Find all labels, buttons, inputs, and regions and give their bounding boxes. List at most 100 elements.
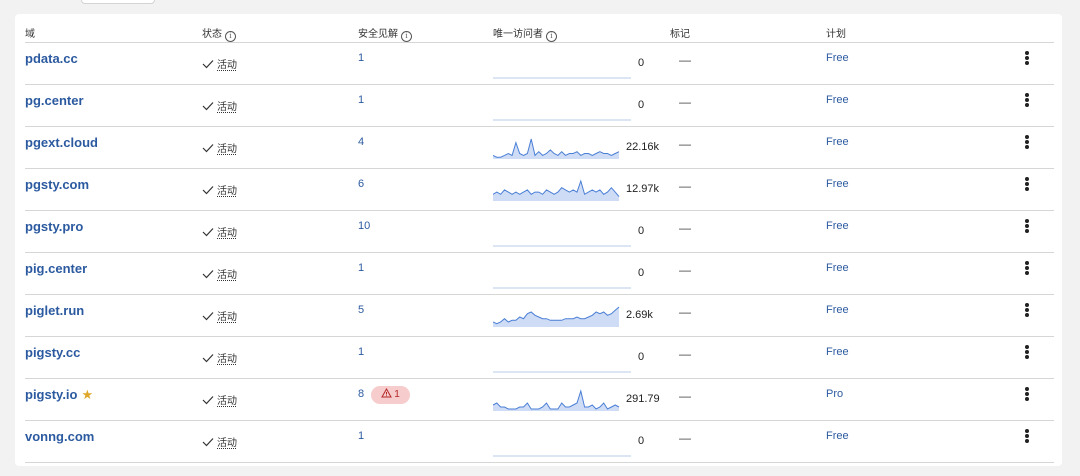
domain-link[interactable]: pigsty.io ★: [25, 387, 93, 403]
insights-count[interactable]: 5: [358, 304, 364, 316]
header-domain: 域: [25, 29, 35, 40]
header-status-label: 状态: [202, 29, 222, 40]
status-text[interactable]: 活动: [217, 396, 237, 407]
domain-name[interactable]: pgext.cloud: [25, 135, 98, 150]
header-insights: 安全见解 i: [358, 25, 412, 42]
domain-name[interactable]: pgsty.com: [25, 177, 89, 192]
info-icon[interactable]: i: [401, 31, 412, 42]
status-text[interactable]: 活动: [217, 270, 237, 281]
domain-name[interactable]: pigsty.cc: [25, 345, 80, 360]
insights-count[interactable]: 1: [358, 346, 364, 358]
insights-count[interactable]: 6: [358, 178, 364, 190]
domain-link[interactable]: pigsty.cc: [25, 345, 80, 360]
domain-link[interactable]: vonng.com: [25, 429, 94, 444]
table-row[interactable]: pigsty.cc 活动 1 0 — Free: [25, 337, 1054, 379]
table-row[interactable]: pdata.cc 活动 1 0 — Free: [25, 43, 1054, 85]
kebab-menu-icon[interactable]: [1022, 177, 1032, 195]
marker-value: —: [679, 95, 691, 109]
marker-value: —: [679, 53, 691, 67]
visitors-value: 0: [638, 351, 645, 363]
insights-count[interactable]: 4: [358, 136, 364, 148]
kebab-menu-icon[interactable]: [1022, 51, 1032, 69]
check-icon: [202, 312, 214, 321]
domain-link[interactable]: piglet.run: [25, 303, 84, 318]
table-row[interactable]: pgsty.pro 活动 10 0 — Free: [25, 211, 1054, 253]
alert-badge[interactable]: 1: [371, 386, 410, 404]
table-row[interactable]: pig.center 活动 1 0 — Free: [25, 253, 1054, 295]
plan-link[interactable]: Free: [826, 430, 849, 442]
insights-count[interactable]: 8: [358, 388, 364, 400]
domain-link[interactable]: pg.center: [25, 93, 84, 108]
domain-name[interactable]: pg.center: [25, 93, 84, 108]
domain-link[interactable]: pdata.cc: [25, 51, 78, 66]
kebab-menu-icon[interactable]: [1022, 135, 1032, 153]
visitors-sparkline: [493, 287, 631, 289]
plan-link[interactable]: Pro: [826, 388, 843, 400]
kebab-menu-icon[interactable]: [1022, 261, 1032, 279]
star-icon[interactable]: ★: [81, 387, 93, 402]
info-icon[interactable]: i: [225, 31, 236, 42]
domain-link[interactable]: pgext.cloud: [25, 135, 98, 150]
plan-link[interactable]: Free: [826, 346, 849, 358]
status-text[interactable]: 活动: [217, 102, 237, 113]
domain-name[interactable]: pig.center: [25, 261, 87, 276]
warning-triangle-icon: [381, 387, 393, 398]
table-row[interactable]: pigsty.io ★ 活动 8 1 291.79 — Pro: [25, 379, 1054, 421]
status-text[interactable]: 活动: [217, 144, 237, 155]
visitors-value: 0: [638, 435, 645, 447]
check-icon: [202, 60, 214, 69]
status-text[interactable]: 活动: [217, 354, 237, 365]
plan-link[interactable]: Free: [826, 136, 849, 148]
domain-link[interactable]: pgsty.pro: [25, 219, 83, 234]
kebab-menu-icon[interactable]: [1022, 429, 1032, 447]
domain-link[interactable]: pgsty.com: [25, 177, 89, 192]
visitors-sparkline: [493, 77, 631, 79]
insights-count[interactable]: 10: [358, 220, 370, 232]
insights-count[interactable]: 1: [358, 52, 364, 64]
domain-name[interactable]: pdata.cc: [25, 51, 78, 66]
kebab-menu-icon[interactable]: [1022, 345, 1032, 363]
plan-link[interactable]: Free: [826, 304, 849, 316]
kebab-menu-icon[interactable]: [1022, 303, 1032, 321]
visitors-value: 291.79: [626, 393, 660, 405]
visitors-value: 0: [638, 267, 645, 279]
status-cell: 活动: [202, 434, 237, 449]
domain-link[interactable]: pig.center: [25, 261, 87, 276]
status-text[interactable]: 活动: [217, 60, 237, 71]
table-row[interactable]: pg.center 活动 1 0 — Free: [25, 85, 1054, 127]
domain-name[interactable]: pgsty.pro: [25, 219, 83, 234]
status-cell: 活动: [202, 350, 237, 365]
kebab-menu-icon[interactable]: [1022, 219, 1032, 237]
plan-link[interactable]: Free: [826, 262, 849, 274]
status-text[interactable]: 活动: [217, 312, 237, 323]
status-text[interactable]: 活动: [217, 438, 237, 449]
visitors-value: 12.97k: [626, 183, 660, 195]
visitors-sparkline: [493, 306, 620, 327]
marker-value: —: [679, 389, 691, 403]
kebab-menu-icon[interactable]: [1022, 93, 1032, 111]
visitors-sparkline: [493, 119, 631, 121]
status-text[interactable]: 活动: [217, 228, 237, 239]
table-row[interactable]: piglet.run 活动 5 2.69k — Free: [25, 295, 1054, 337]
domain-table: pdata.cc 活动 1 0— Free pg.center 活动 1 0— Free pge…: [25, 43, 1054, 463]
check-icon: [202, 144, 214, 153]
plan-link[interactable]: Free: [826, 52, 849, 64]
table-row[interactable]: pgsty.com 活动 6 12.97k — Free: [25, 169, 1054, 211]
kebab-menu-icon[interactable]: [1022, 387, 1032, 405]
plan-link[interactable]: Free: [826, 178, 849, 190]
insights-count[interactable]: 1: [358, 430, 364, 442]
info-icon[interactable]: i: [546, 31, 557, 42]
status-cell: 活动: [202, 266, 237, 281]
header-status: 状态 i: [202, 25, 236, 42]
domain-name[interactable]: piglet.run: [25, 303, 84, 318]
status-text[interactable]: 活动: [217, 186, 237, 197]
insights-count[interactable]: 1: [358, 94, 364, 106]
table-row[interactable]: pgext.cloud 活动 4 22.16k — Free: [25, 127, 1054, 169]
table-row[interactable]: vonng.com 活动 1 0 — Free: [25, 421, 1054, 463]
domain-name[interactable]: vonng.com: [25, 429, 94, 444]
insights-count[interactable]: 1: [358, 262, 364, 274]
filter-control[interactable]: [81, 0, 155, 4]
domain-name[interactable]: pigsty.io: [25, 387, 77, 402]
plan-link[interactable]: Free: [826, 94, 849, 106]
plan-link[interactable]: Free: [826, 220, 849, 232]
